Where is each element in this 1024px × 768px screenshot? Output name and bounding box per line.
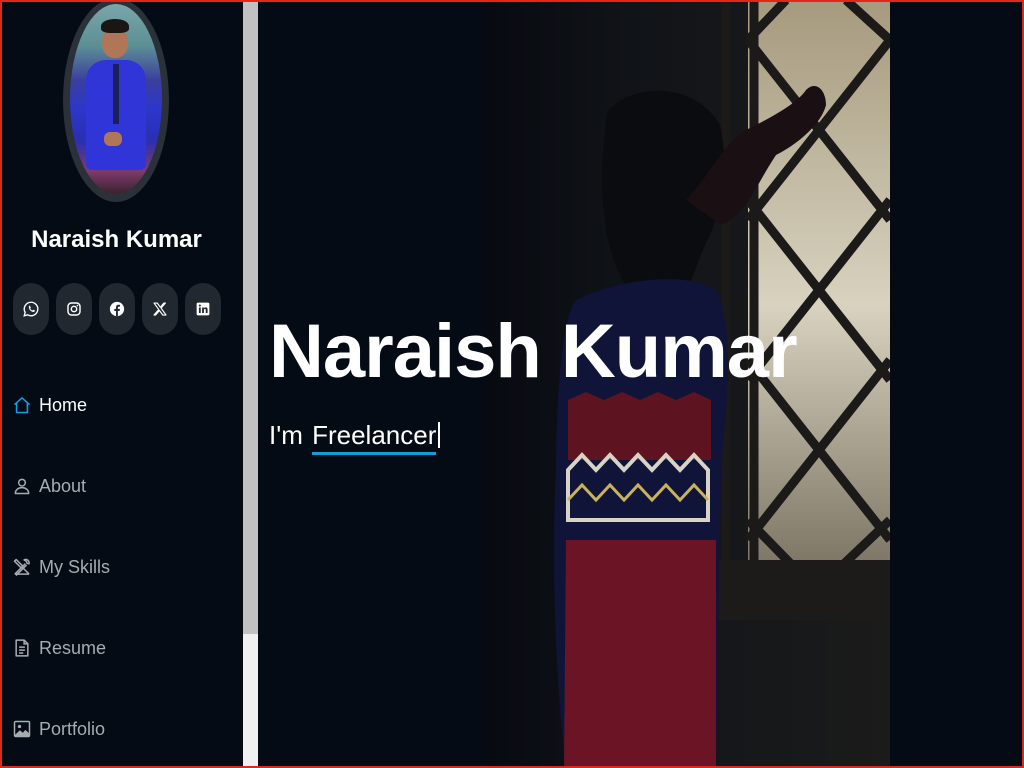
whatsapp-icon bbox=[23, 301, 39, 317]
nav-label-about: About bbox=[39, 475, 87, 496]
avatar bbox=[70, 4, 162, 194]
linkedin-icon bbox=[196, 302, 210, 316]
hero-subtitle-prefix: I'm bbox=[269, 420, 303, 450]
nav-item-portfolio[interactable]: Portfolio bbox=[12, 714, 105, 744]
x-twitter-icon bbox=[153, 302, 167, 316]
tools-icon bbox=[12, 556, 32, 578]
instagram-icon bbox=[67, 302, 81, 316]
nav-label-portfolio: Portfolio bbox=[39, 718, 106, 739]
x-twitter-link[interactable] bbox=[142, 283, 178, 335]
profile-name[interactable]: Naraish Kumar bbox=[0, 226, 233, 254]
hero-title: Naraish Kumar bbox=[269, 309, 798, 394]
sidebar-scrollbar-thumb[interactable] bbox=[243, 0, 258, 634]
nav-label-my-skills: My Skills bbox=[39, 556, 110, 577]
facebook-icon bbox=[109, 301, 125, 317]
typing-cursor bbox=[438, 422, 441, 448]
file-text-icon bbox=[12, 637, 32, 659]
nav-item-about[interactable]: About bbox=[12, 471, 86, 501]
social-links bbox=[13, 283, 223, 335]
sidebar: Naraish Kumar Home About My Skills Resum… bbox=[0, 0, 243, 768]
hero-subtitle: I'm Freelancer bbox=[269, 420, 441, 455]
linkedin-link[interactable] bbox=[185, 283, 221, 335]
whatsapp-link[interactable] bbox=[13, 283, 49, 335]
nav-item-resume[interactable]: Resume bbox=[12, 633, 106, 663]
instagram-link[interactable] bbox=[56, 283, 92, 335]
person-icon bbox=[12, 475, 32, 497]
nav-item-my-skills[interactable]: My Skills bbox=[12, 552, 110, 582]
nav-label-resume: Resume bbox=[39, 637, 107, 658]
home-icon bbox=[12, 394, 32, 416]
nav-item-home[interactable]: Home bbox=[12, 390, 87, 420]
nav-label-home: Home bbox=[39, 394, 88, 415]
facebook-link[interactable] bbox=[99, 283, 135, 335]
hero-section: Naraish Kumar I'm Freelancer bbox=[258, 0, 1024, 768]
typed-role-text: Freelancer bbox=[312, 420, 437, 455]
images-icon bbox=[12, 718, 32, 740]
